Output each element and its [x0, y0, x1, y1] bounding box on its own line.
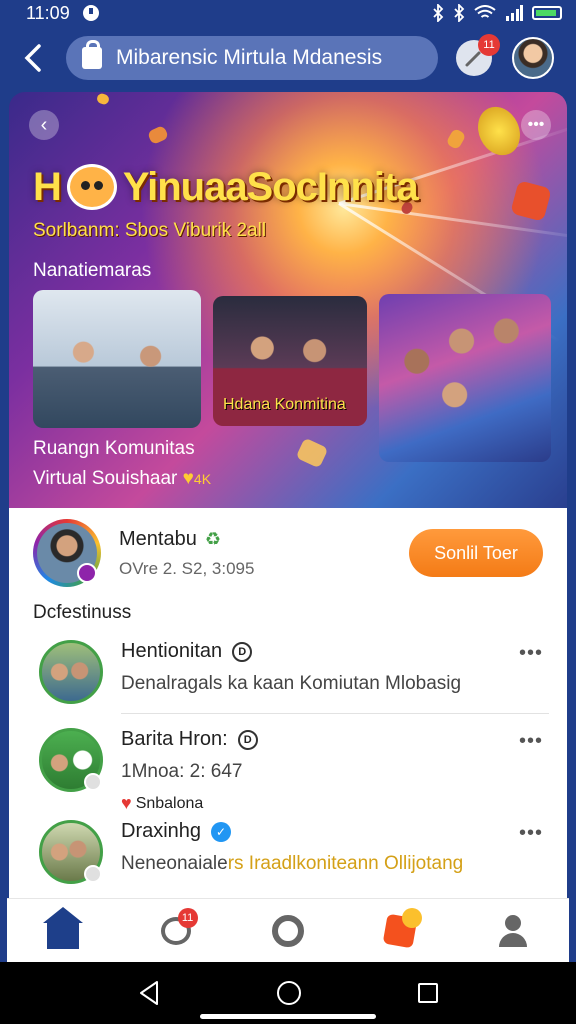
community-profile: Mentabu ♻ OVre 2. S2, 3:095 Sonlil Toer: [9, 508, 567, 598]
list-item[interactable]: Draxinhg ✓ Neneonaialers Iraadlkoniteann…: [9, 820, 567, 884]
photo-group[interactable]: [379, 294, 551, 462]
hero-caption-line1: Ruangn Komunitas: [33, 438, 195, 459]
back-button[interactable]: [12, 37, 54, 79]
hero-back-button[interactable]: ‹: [29, 110, 59, 140]
photo-friends[interactable]: Hdana Konmitina: [213, 296, 367, 426]
feed-desc-highlight: rs Iraadlkoniteann Ollijotang: [227, 853, 464, 874]
feed-desc: Neneonaiale: [121, 853, 228, 874]
nav-search[interactable]: [258, 906, 318, 956]
shield-deco: [510, 180, 552, 222]
more-options-icon[interactable]: •••: [519, 730, 543, 753]
user-avatar[interactable]: [512, 37, 554, 79]
gold-coin: [470, 99, 528, 163]
feed-avatar: [39, 640, 103, 704]
content-panel: Mentabu ♻ OVre 2. S2, 3:095 Sonlil Toer …: [9, 508, 567, 898]
hero-subtitle: Sorlbanm: Sbos Viburik 2all: [33, 220, 267, 241]
hero-more-button[interactable]: •••: [521, 110, 551, 140]
heart-icon: ♥: [182, 468, 194, 489]
community-meta: OVre 2. S2, 3:095: [119, 558, 255, 578]
quality-badge: 4K: [193, 471, 212, 487]
feed-title: Hentionitan: [121, 640, 223, 662]
chat-badge: 11: [177, 907, 198, 928]
verified-icon: ♻: [204, 528, 221, 549]
vibrate-icon: [454, 4, 465, 22]
hero-title: H YinuaaSocInnita: [33, 164, 419, 210]
person-icon: [497, 914, 529, 947]
more-options-icon[interactable]: •••: [519, 822, 543, 845]
list-item[interactable]: Hentionitan D Denalragals ka kaan Komiut…: [9, 640, 567, 704]
notification-badge: 11: [478, 34, 500, 56]
feed-avatar: [39, 820, 103, 884]
home-indicator: [200, 1014, 376, 1019]
nav-games[interactable]: [370, 906, 430, 956]
avatar-badge: [77, 563, 97, 583]
feed-title: Draxinhg: [121, 820, 202, 842]
bottom-nav: 11: [7, 898, 569, 962]
hero-caption: Ruangn Komunitas Virtual Souishaar ♥4K: [33, 434, 211, 494]
confetti: [95, 92, 111, 106]
battery-icon: [532, 6, 562, 20]
heart-icon: ♥: [121, 793, 132, 813]
hero-banner: ‹ ••• H YinuaaSocInnita Sorlbanm: Sbos V…: [9, 92, 567, 508]
badge-icon: D: [237, 729, 258, 750]
badge-icon: D: [232, 641, 253, 662]
follow-button[interactable]: Sonlil Toer: [409, 529, 543, 577]
status-bar: 11:09: [0, 0, 576, 26]
notification-icon: [82, 5, 99, 21]
more-options-icon[interactable]: •••: [519, 642, 543, 665]
community-name: Mentabu: [119, 527, 197, 550]
feed-avatar: [39, 728, 103, 792]
notifications-button[interactable]: 11: [456, 34, 500, 76]
address-bar[interactable]: Mibarensic Mirtula Mdanesis: [66, 36, 438, 80]
feed-desc: Denalragals ka kaan Komiutan Mlobasig: [121, 673, 462, 694]
wifi-icon: [474, 5, 496, 18]
nav-home[interactable]: [33, 906, 93, 956]
section-heading: Dcfestinuss: [33, 602, 132, 623]
hero-caption-line2: Virtual Souishaar: [33, 468, 178, 489]
confetti: [445, 127, 467, 151]
status-time: 11:09: [26, 2, 70, 23]
top-bar: Mibarensic Mirtula Mdanesis 11: [0, 30, 576, 86]
photo-office[interactable]: [33, 290, 201, 428]
games-badge: [402, 907, 423, 928]
list-item[interactable]: Barita Hron: D 1Mnoa: 2: 647 ♥ Snbalona …: [9, 728, 567, 814]
feed-title: Barita Hron:: [121, 728, 228, 750]
system-back-icon[interactable]: [138, 980, 160, 1006]
verified-icon: ✓: [211, 821, 232, 842]
lock-icon: [82, 40, 102, 69]
confetti: [295, 437, 329, 469]
confetti: [146, 124, 170, 146]
divider: [121, 713, 549, 714]
chevron-left-icon: [24, 44, 41, 72]
home-icon: [43, 906, 84, 949]
feed-extra: Snbalona: [135, 794, 204, 812]
search-icon: [271, 914, 304, 947]
nav-profile[interactable]: [483, 906, 543, 956]
hero-section-label: Nanatiemaras: [33, 260, 152, 281]
mascot-icon: [66, 164, 117, 210]
signal-icon: [506, 5, 523, 21]
feed-desc: 1Mnoa: 2: 647: [121, 761, 243, 782]
system-recents-icon[interactable]: [417, 983, 438, 1003]
address-text: Mibarensic Mirtula Mdanesis: [116, 46, 383, 69]
community-avatar[interactable]: [33, 519, 101, 587]
photo-caption: Hdana Konmitina: [223, 396, 346, 413]
nav-chat[interactable]: 11: [146, 906, 206, 956]
system-home-icon[interactable]: [276, 981, 301, 1005]
bluetooth-icon: [433, 4, 444, 22]
